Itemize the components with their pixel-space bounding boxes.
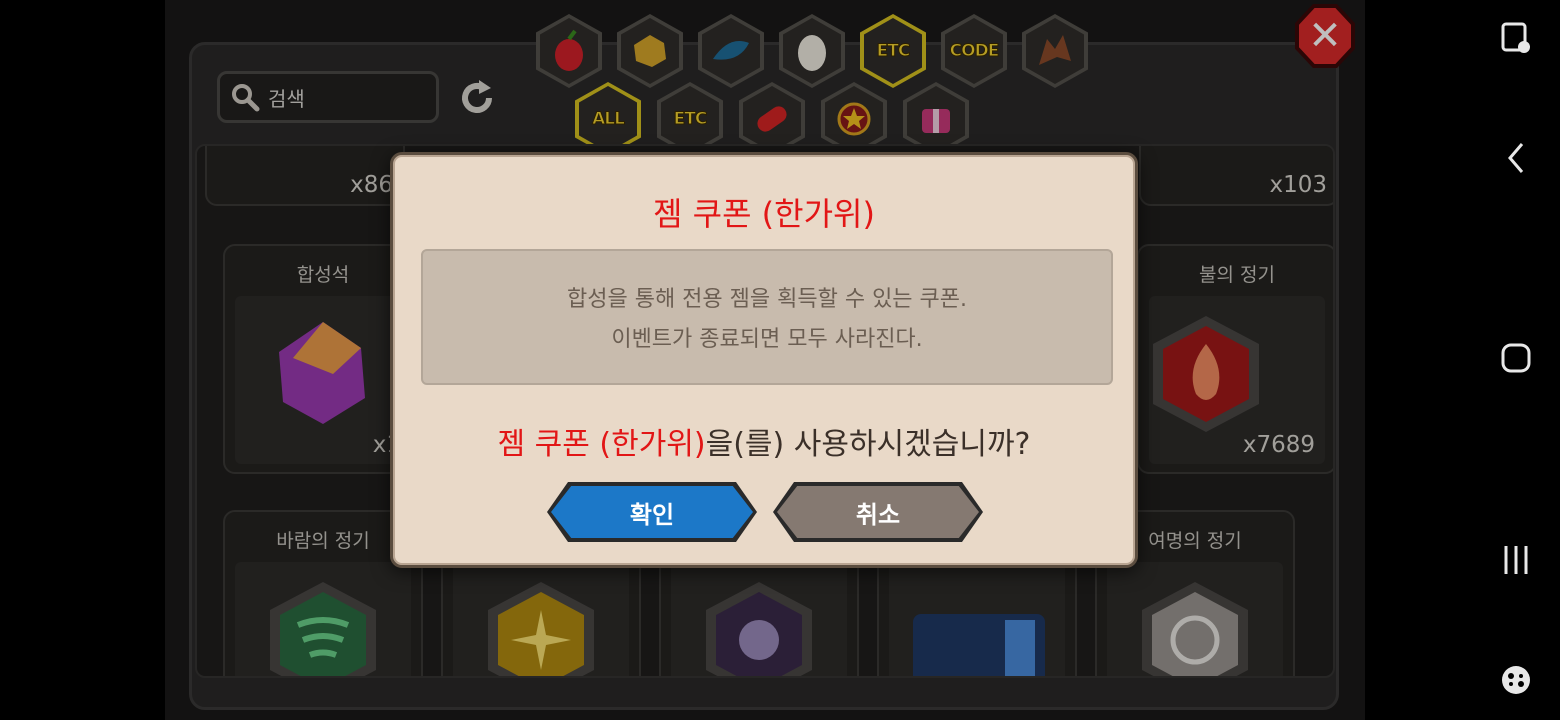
tab-etc-sub-label: ETC xyxy=(673,109,708,130)
tab-etc-top-label: ETC xyxy=(876,41,911,62)
question-text: 을(를) 사용하시겠습니까? xyxy=(705,427,1031,462)
capsule-icon xyxy=(757,106,787,132)
screen-rotate-icon[interactable] xyxy=(1500,22,1532,54)
level-down-icon xyxy=(913,614,1045,676)
blue-fish-icon xyxy=(713,41,749,60)
item-slot xyxy=(671,562,847,676)
question-item-name: 젬 쿠폰 (한가위) xyxy=(497,427,706,462)
tab-all-label: ALL xyxy=(592,109,626,130)
item-card-4[interactable]: 불의 정기 x7689 xyxy=(1137,244,1333,474)
item-name: 불의 정기 xyxy=(1199,264,1275,286)
item-card-1[interactable]: x86 xyxy=(205,146,405,206)
cancel-button[interactable]: 취소 xyxy=(773,482,983,542)
dialog-title: 젬 쿠폰 (한가위) xyxy=(653,195,875,233)
egg-icon xyxy=(798,35,826,71)
item-slot xyxy=(1107,562,1283,676)
item-card-2[interactable]: x103 xyxy=(1139,146,1333,206)
tab-code-label: CODE xyxy=(949,41,1000,62)
confirm-question: 젬 쿠폰 (한가위)을(를) 사용하시겠습니까? xyxy=(393,419,1135,463)
dawn-essence-icon xyxy=(1142,582,1248,676)
close-icon: ✕ xyxy=(1308,13,1342,59)
item-slot xyxy=(889,562,1065,676)
gold-ore-icon xyxy=(634,35,666,67)
confirm-button-label: 확인 xyxy=(629,500,675,529)
item-slot xyxy=(235,562,411,676)
confirm-button[interactable]: 확인 xyxy=(547,482,757,542)
description-line: 합성을 통해 전용 젬을 획득할 수 있는 쿠폰. xyxy=(566,287,968,312)
item-slot: x7689 xyxy=(1149,296,1325,464)
wind-essence-icon xyxy=(270,582,376,676)
item-count: x103 xyxy=(1269,172,1327,198)
back-icon[interactable] xyxy=(1500,142,1532,174)
fusion-stone-icon xyxy=(279,322,365,424)
cancel-button-label: 취소 xyxy=(855,500,901,529)
item-count: x7689 xyxy=(1242,432,1315,458)
item-slot: x1 xyxy=(235,296,411,464)
light-essence-icon xyxy=(488,582,594,676)
gift-box-icon xyxy=(922,109,950,133)
search-icon xyxy=(232,84,260,112)
fire-essence-icon xyxy=(1153,316,1259,432)
star-medal-icon xyxy=(837,102,871,136)
game-tools-icon[interactable] xyxy=(1500,664,1532,696)
refresh-icon[interactable] xyxy=(457,78,497,118)
search-placeholder: 검색 xyxy=(268,86,305,111)
dragon-icon xyxy=(1039,35,1071,65)
search-box[interactable]: 검색 xyxy=(217,71,439,123)
description-line: 이벤트가 종료되면 모두 사라진다. xyxy=(611,327,923,352)
fruit-icon xyxy=(555,29,583,71)
recent-apps-icon[interactable] xyxy=(1500,544,1532,576)
item-slot xyxy=(453,562,629,676)
item-count: x86 xyxy=(350,172,393,198)
system-nav-bar xyxy=(1470,0,1560,720)
home-icon[interactable] xyxy=(1500,342,1532,374)
use-item-dialog: 젬 쿠폰 (한가위) 합성을 통해 전용 젬을 획득할 수 있는 쿠폰. 이벤트… xyxy=(390,152,1138,568)
item-description-box: 합성을 통해 전용 젬을 획득할 수 있는 쿠폰. 이벤트가 종료되면 모두 사… xyxy=(421,249,1113,385)
dark-essence-icon xyxy=(706,582,812,676)
